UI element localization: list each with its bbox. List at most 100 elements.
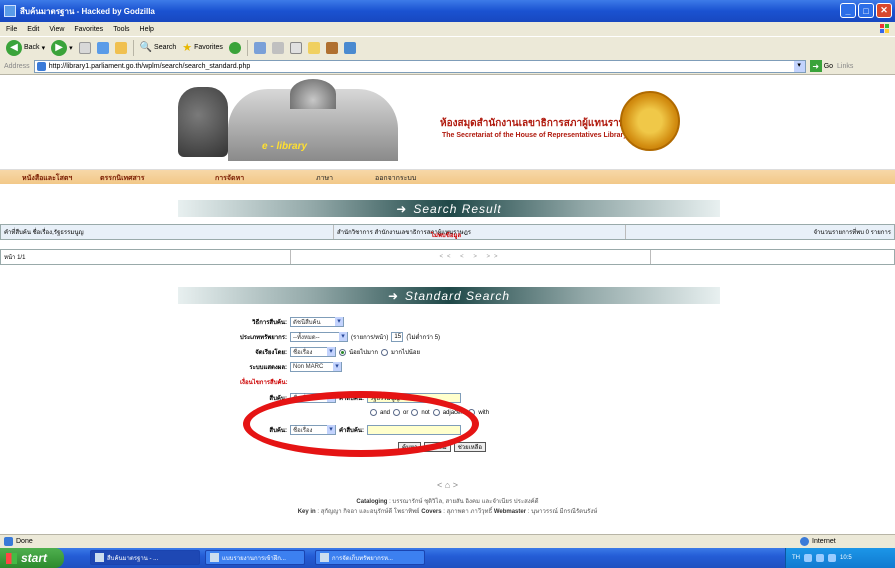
internet-globe-icon — [800, 537, 809, 546]
elibrary-logo-text: e - library — [262, 141, 308, 152]
address-dropdown-icon[interactable]: ▾ — [793, 60, 805, 72]
network-icon[interactable] — [804, 554, 812, 562]
footer-credits-line2: Key in : สุกัญญา กิจอา และอนุรักษ์ดี โพธ… — [297, 509, 598, 515]
sort-desc-radio[interactable] — [381, 348, 389, 356]
address-input[interactable]: http://library1.parliament.go.th/wplm/se… — [33, 59, 806, 73]
menu-view[interactable]: View — [49, 26, 64, 33]
back-arrow-icon: ◀ — [6, 39, 22, 56]
search-icon: 🔍 — [139, 42, 153, 53]
page-indicator: หน้า 1/1 — [1, 250, 291, 264]
history-icon[interactable] — [253, 41, 266, 54]
window-title-bar[interactable]: สืบค้นมาตรฐาน - Hacked by Godzilla _ □ ✕ — [0, 0, 895, 22]
address-bar: Address http://library1.parliament.go.th… — [0, 58, 895, 75]
menu-bar: File Edit View Favorites Tools Help — [0, 22, 895, 36]
task-item-search[interactable]: สืบค้นมาตรฐาน - ... — [90, 550, 200, 565]
folder-icon[interactable] — [307, 41, 320, 54]
library-title-english: The Secretariat of the House of Represen… — [442, 132, 628, 139]
resource-row: ประเภททรัพยากร: --ทั้งหมด-- (รายการ/หน้า… — [180, 332, 440, 342]
windows-logo-icon — [880, 24, 889, 33]
pager-links[interactable]: << < > >> — [439, 254, 501, 260]
ie-icon — [4, 5, 16, 17]
messenger-icon[interactable] — [325, 41, 338, 54]
forward-arrow-icon: ▶ — [51, 39, 68, 56]
task-item-collection[interactable]: การจัดเก็บทรัพยากรห... — [315, 550, 425, 565]
system-tray: TH 10:5 — [785, 548, 895, 568]
method-select[interactable]: ดัชนีสืบค้น — [290, 317, 344, 327]
sort-asc-radio[interactable] — [339, 348, 346, 356]
task-item-report[interactable]: แบบรายงานการเข้าฝึก... — [205, 550, 305, 565]
maximize-button[interactable]: □ — [858, 3, 874, 18]
media-icon[interactable] — [228, 41, 241, 54]
condition-heading: เงื่อนไขการสืบค้น: — [240, 380, 288, 386]
print-icon[interactable] — [289, 41, 302, 54]
word-doc-icon — [320, 553, 329, 562]
windows-flag-icon — [6, 552, 17, 564]
menu-file[interactable]: File — [6, 26, 17, 33]
search-button[interactable]: 🔍 Search — [140, 42, 177, 53]
refresh-icon[interactable] — [96, 41, 109, 54]
red-highlight-ellipse — [243, 391, 479, 457]
volume-icon[interactable] — [816, 554, 824, 562]
parliament-dome-image — [290, 79, 336, 109]
display-row: ระบบแสดงผล: Non MARC — [180, 362, 342, 372]
parliament-emblem-icon — [620, 91, 680, 151]
nav-periodicals[interactable]: ตรรกนิเทศสาร — [100, 173, 145, 184]
display-format-select[interactable]: Non MARC — [290, 362, 342, 372]
language-indicator[interactable]: TH — [792, 555, 800, 561]
security-zone: Internet — [800, 537, 836, 546]
arrow-right-icon: ➜ — [396, 201, 408, 216]
start-button[interactable]: start — [0, 548, 64, 568]
site-header: e - library ห้องสมุดสำนักงานเลขาธิการสภา… — [0, 75, 895, 170]
home-icon[interactable] — [114, 41, 127, 54]
site-nav: หนังสือและโสตฯ ตรรกนิเทศสาร การจัดหา ภาษ… — [0, 170, 895, 184]
links-button[interactable]: Links — [837, 63, 853, 70]
footer-credits-line1: Cataloging : บรรณารักษ์ ชุติวิไล, สายสัน… — [356, 499, 539, 505]
status-text: Done — [16, 538, 33, 545]
address-label: Address — [4, 62, 30, 70]
standard-search-banner: ➜ Standard Search — [178, 287, 720, 304]
discuss-icon[interactable] — [343, 41, 356, 54]
close-button[interactable]: ✕ — [876, 3, 892, 18]
method-row: วิธีการสืบค้น: ดัชนีสืบค้น — [180, 317, 344, 327]
window-title: สืบค้นมาตรฐาน - Hacked by Godzilla — [20, 6, 155, 16]
page-content: e - library ห้องสมุดสำนักงานเลขาธิการสภา… — [0, 75, 895, 534]
result-pager-row: หน้า 1/1 << < > >> — [0, 249, 895, 265]
toolbar-separator — [246, 39, 248, 56]
nav-books[interactable]: หนังสือและโสตฯ — [22, 173, 72, 184]
taskbar: start สืบค้นมาตรฐาน - ... แบบรายงานการเข… — [0, 548, 895, 568]
menu-help[interactable]: Help — [140, 26, 154, 33]
page-icon — [36, 61, 46, 71]
no-data-message: ไม่พบข้อมูล — [431, 233, 462, 239]
forward-button[interactable]: ▶ ▾ — [51, 39, 73, 56]
favorites-button[interactable]: ★ Favorites — [182, 41, 223, 54]
page-footer: < ⌂ > Cataloging : บรรณารักษ์ ชุติวิไล, … — [0, 480, 895, 516]
resource-type-select[interactable]: --ทั้งหมด-- — [290, 332, 348, 342]
nav-acquisition[interactable]: การจัดหา — [215, 173, 244, 184]
mail-icon[interactable] — [271, 41, 284, 54]
stop-icon[interactable] — [78, 41, 91, 54]
menu-tools[interactable]: Tools — [113, 26, 129, 33]
nav-logout[interactable]: ออกจากระบบ — [375, 173, 416, 184]
library-title-thai: ห้องสมุดสำนักงานเลขาธิการสภาผู้แทนราษฎร — [440, 118, 638, 129]
page-done-icon — [4, 537, 13, 546]
ie-icon — [95, 553, 104, 562]
nav-language[interactable]: ภาษา — [316, 173, 333, 184]
per-page-input[interactable]: 15 — [391, 332, 404, 342]
result-count: จำนวนรายการที่พบ 0 รายการ — [813, 230, 891, 236]
query-info: คำที่สืบค้น ชื่อเรื่อง,รัฐธรรมนูญ — [1, 225, 334, 239]
menu-favorites[interactable]: Favorites — [74, 26, 103, 33]
go-button[interactable]: ➜ Go — [809, 60, 833, 72]
browser-toolbar: ◀ Back ▾ ▶ ▾ 🔍 Search ★ Favorites — [0, 36, 895, 58]
minimize-button[interactable]: _ — [840, 3, 856, 18]
search-result-banner: ➜ Search Result — [178, 200, 720, 217]
footer-nav[interactable]: < ⌂ > — [0, 480, 895, 490]
status-bar: Done Internet — [0, 534, 895, 548]
help-button[interactable]: ช่วยเหลือ — [453, 442, 486, 452]
antivirus-icon[interactable] — [828, 554, 836, 562]
star-icon: ★ — [182, 42, 193, 54]
go-arrow-icon: ➜ — [809, 60, 822, 72]
menu-edit[interactable]: Edit — [27, 26, 39, 33]
toolbar-separator — [132, 39, 134, 56]
back-button[interactable]: ◀ Back ▾ — [6, 39, 45, 56]
sort-select[interactable]: ชื่อเรื่อง — [290, 347, 336, 357]
